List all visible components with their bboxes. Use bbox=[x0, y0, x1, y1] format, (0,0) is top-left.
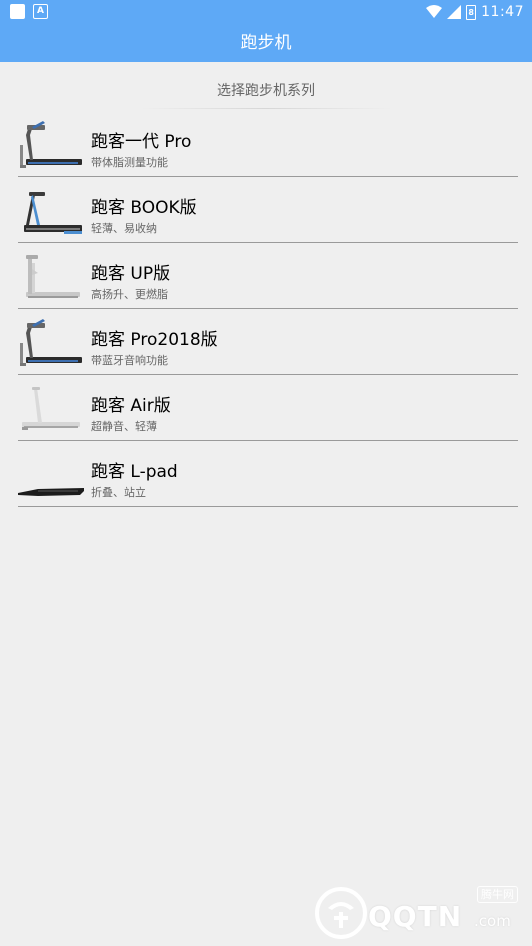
status-time: 11:47 bbox=[481, 4, 524, 20]
battery-text: 8 bbox=[468, 7, 474, 17]
treadmill-pro2018-image bbox=[20, 319, 82, 366]
status-bar: A 8 11:47 bbox=[0, 0, 532, 24]
list-item-pro[interactable]: 跑客一代 Pro 带体脂测量功能 bbox=[18, 111, 518, 177]
item-name: 跑客 BOOK版 bbox=[91, 198, 197, 218]
watermark-text: QQTN bbox=[368, 900, 463, 933]
app-bar: 跑步机 bbox=[0, 24, 532, 62]
item-description: 高扬升、更燃脂 bbox=[91, 288, 168, 301]
list-item-pro2018[interactable]: 跑客 Pro2018版 带蓝牙音响功能 bbox=[18, 309, 518, 375]
item-description: 轻薄、易收纳 bbox=[91, 222, 157, 235]
item-name: 跑客 L-pad bbox=[91, 462, 178, 482]
watermark-suffix: .com bbox=[474, 912, 511, 930]
page-title: 跑步机 bbox=[240, 33, 292, 53]
treadmill-up-image bbox=[26, 255, 80, 298]
item-description: 带蓝牙音响功能 bbox=[91, 354, 168, 367]
a-notification-icon: A bbox=[33, 4, 48, 19]
signal-icon bbox=[447, 5, 462, 19]
treadmill-lpad-image bbox=[18, 488, 84, 496]
section-title: 选择跑步机系列 bbox=[217, 83, 315, 99]
qqtn-watermark: 腾牛网 QQTN .com bbox=[314, 880, 526, 942]
item-description: 带体脂测量功能 bbox=[91, 156, 168, 169]
item-name: 跑客 Air版 bbox=[91, 396, 171, 416]
treadmill-book-image bbox=[24, 192, 82, 234]
list-item-book[interactable]: 跑客 BOOK版 轻薄、易收纳 bbox=[18, 177, 518, 243]
item-description: 折叠、站立 bbox=[91, 486, 146, 499]
treadmill-air-image bbox=[22, 387, 80, 430]
status-system-icons: 8 11:47 bbox=[426, 3, 524, 21]
treadmill-pro-image bbox=[20, 121, 82, 168]
treadmill-series-list: 跑客一代 Pro 带体脂测量功能 跑客 BOOK版 轻薄、易收纳 跑客 UP版 … bbox=[18, 111, 518, 507]
item-name: 跑客 Pro2018版 bbox=[91, 330, 218, 350]
battery-icon: 8 bbox=[466, 4, 477, 20]
square-notification-icon bbox=[10, 4, 25, 19]
wifi-icon bbox=[426, 5, 443, 18]
item-description: 超静音、轻薄 bbox=[91, 420, 157, 433]
list-item-up[interactable]: 跑客 UP版 高扬升、更燃脂 bbox=[18, 243, 518, 309]
item-name: 跑客 UP版 bbox=[91, 264, 171, 284]
watermark-badge: 腾牛网 bbox=[477, 886, 518, 903]
item-name: 跑客一代 Pro bbox=[91, 132, 192, 152]
list-item-lpad[interactable]: 跑客 L-pad 折叠、站立 bbox=[18, 441, 518, 507]
section-divider bbox=[140, 108, 392, 109]
status-notifications: A bbox=[10, 4, 48, 19]
qqtn-logo-icon bbox=[315, 887, 367, 939]
list-item-air[interactable]: 跑客 Air版 超静音、轻薄 bbox=[18, 375, 518, 441]
